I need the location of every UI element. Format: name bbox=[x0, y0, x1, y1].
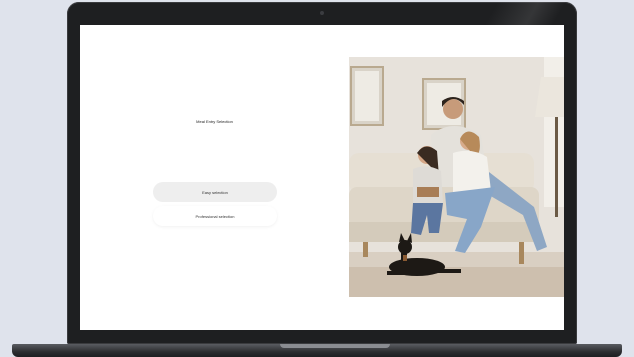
laptop-base bbox=[12, 344, 622, 357]
lamp-stand bbox=[555, 117, 558, 217]
wall-art-left bbox=[355, 71, 379, 121]
sofa-leg-left bbox=[363, 242, 368, 257]
sofa-leg-right bbox=[519, 242, 524, 264]
dog-front-legs bbox=[387, 271, 413, 275]
camera-icon bbox=[320, 11, 324, 15]
sofa-base bbox=[349, 222, 539, 242]
child-shirt bbox=[413, 166, 443, 205]
dog-tan-marking bbox=[403, 255, 407, 261]
family-photo bbox=[349, 57, 564, 297]
page-title: Meal Entry Selection bbox=[196, 119, 233, 124]
selection-panel: Meal Entry Selection Easy selection Prof… bbox=[80, 25, 349, 330]
dog-back-legs bbox=[435, 269, 461, 273]
family-photo-illustration bbox=[349, 57, 564, 297]
laptop-notch bbox=[280, 344, 390, 348]
professional-selection-button[interactable]: Professional selection bbox=[153, 206, 277, 226]
book bbox=[417, 187, 439, 197]
laptop-screen: Meal Entry Selection Easy selection Prof… bbox=[80, 25, 564, 330]
easy-selection-button[interactable]: Easy selection bbox=[153, 182, 277, 202]
